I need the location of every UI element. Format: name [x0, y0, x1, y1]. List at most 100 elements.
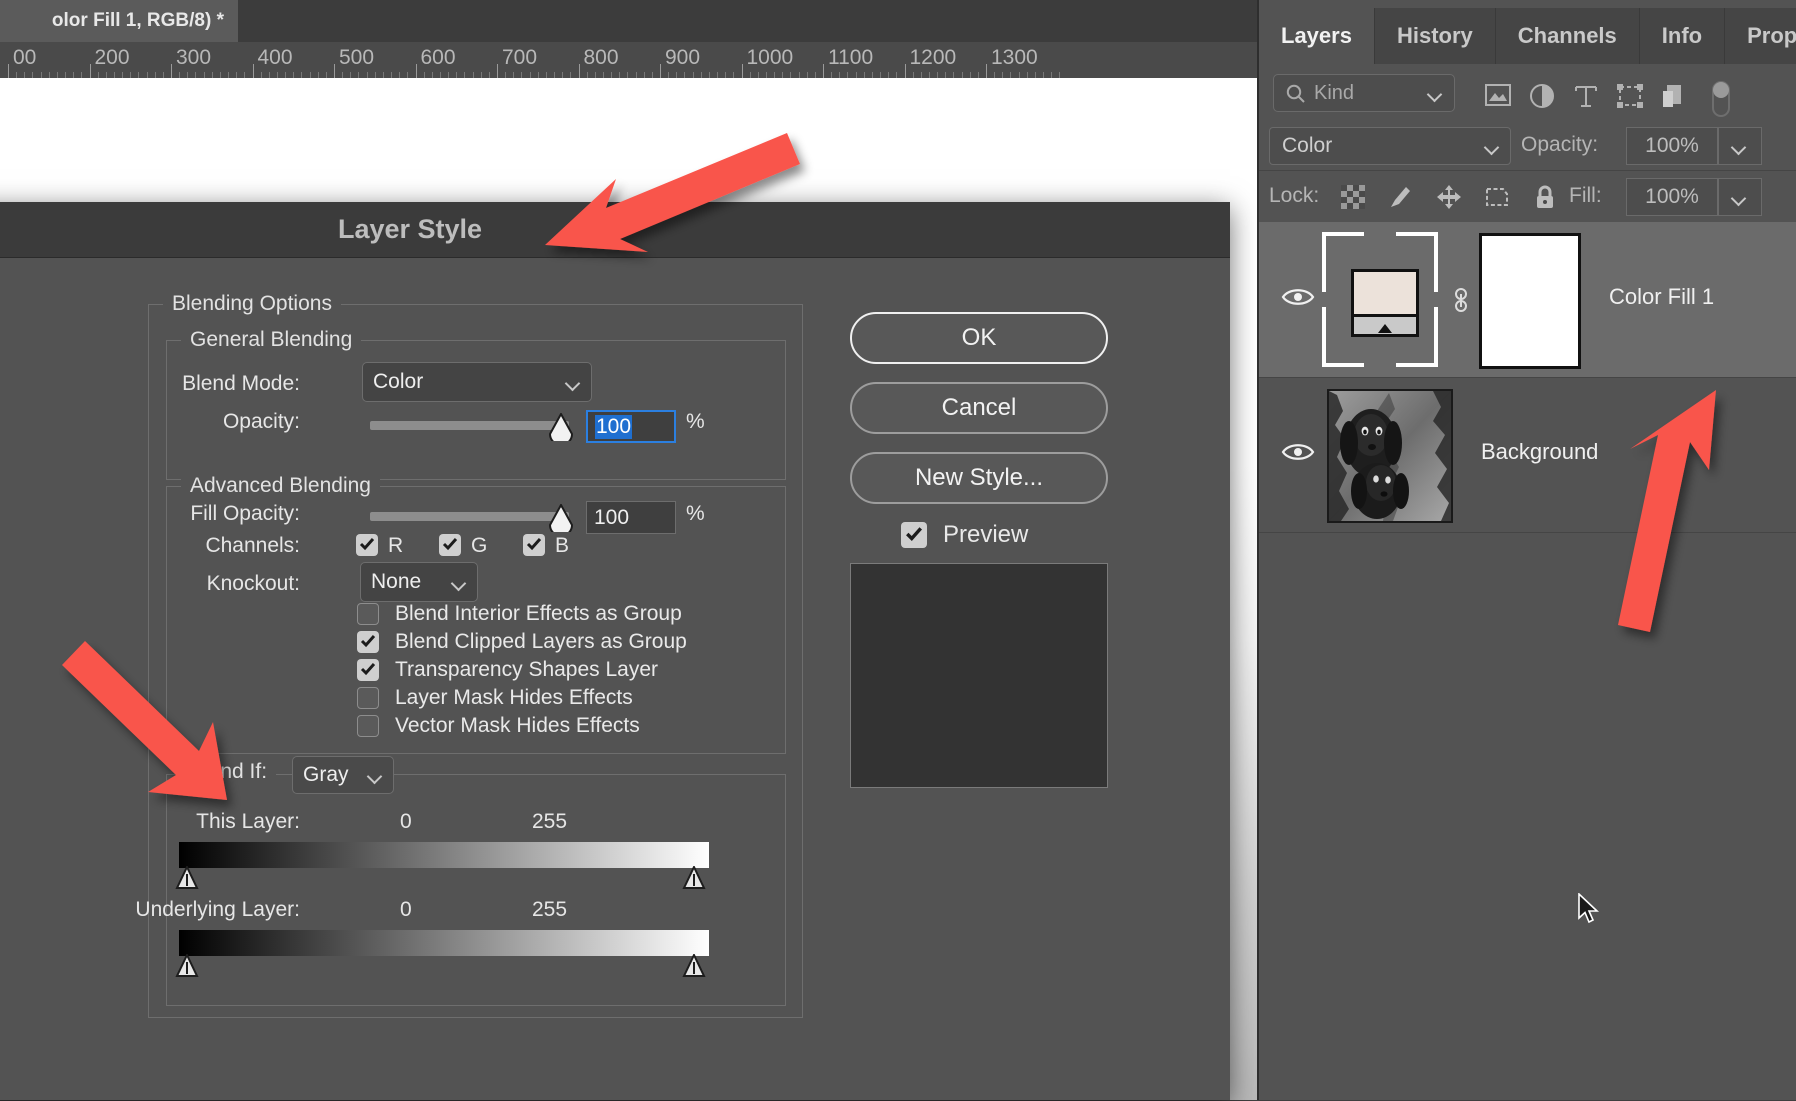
- blend-if-channel-select[interactable]: Gray: [292, 756, 394, 794]
- solid-color-layer-thumbnail[interactable]: [1351, 269, 1419, 337]
- link-mask-icon[interactable]: [1453, 280, 1469, 320]
- dialog-title: Layer Style: [338, 214, 482, 245]
- transparency-shapes-layer-row[interactable]: Transparency Shapes Layer: [357, 658, 658, 682]
- vector-mask-hides-effects-checkbox[interactable]: [357, 715, 379, 737]
- cancel-button-label: Cancel: [942, 394, 1017, 422]
- blend-interior-effects-checkbox[interactable]: [357, 603, 379, 625]
- channel-r-checkbox[interactable]: [356, 534, 378, 556]
- blend-interior-effects-row[interactable]: Blend Interior Effects as Group: [357, 602, 682, 626]
- layer-mask-hides-effects-label: Layer Mask Hides Effects: [395, 686, 633, 710]
- tab-properties-label: Properties: [1747, 23, 1796, 49]
- blend-mode-select[interactable]: Color: [362, 362, 592, 402]
- fill-opacity-value: 100: [594, 506, 629, 530]
- ruler-label: 400: [258, 46, 293, 70]
- lock-all-icon[interactable]: [1531, 183, 1561, 211]
- dialog-title-bar[interactable]: Layer Style: [0, 202, 1230, 258]
- layer-opacity-input[interactable]: 100%: [1626, 127, 1718, 165]
- new-style-button[interactable]: New Style...: [850, 452, 1108, 504]
- underlying-layer-black-slider[interactable]: [175, 954, 199, 980]
- opacity-input[interactable]: 100: [586, 410, 676, 443]
- document-tab-bar: olor Fill 1, RGB/8) *: [0, 0, 1259, 42]
- layer-visibility-toggle[interactable]: [1281, 440, 1315, 464]
- layer-name-background: Background: [1481, 439, 1598, 465]
- filter-toggle-icon[interactable]: [1707, 76, 1737, 118]
- ruler-major-tick: [334, 64, 335, 78]
- preview-checkbox[interactable]: [901, 522, 927, 548]
- fill-input[interactable]: 100%: [1626, 178, 1718, 216]
- cancel-button[interactable]: Cancel: [850, 382, 1108, 434]
- this-layer-max: 255: [532, 810, 567, 834]
- fill-stepper[interactable]: [1718, 178, 1762, 216]
- tab-properties[interactable]: Properties: [1725, 8, 1796, 64]
- this-layer-black-slider[interactable]: [175, 866, 199, 892]
- filter-kind-select[interactable]: Kind: [1273, 74, 1455, 112]
- lock-position-icon[interactable]: [1435, 183, 1465, 211]
- tab-layers[interactable]: Layers: [1259, 8, 1375, 64]
- tab-channels[interactable]: Channels: [1496, 8, 1640, 64]
- lock-transparent-pixels-icon[interactable]: [1339, 183, 1369, 211]
- fill-value: 100%: [1645, 185, 1699, 209]
- lock-image-pixels-icon[interactable]: [1387, 183, 1417, 211]
- chevron-down-icon: [453, 578, 466, 586]
- ruler-major-tick: [253, 64, 254, 78]
- fill-opacity-slider-track[interactable]: [370, 512, 569, 521]
- opacity-slider-track[interactable]: [370, 421, 569, 430]
- layer-row-color-fill-1[interactable]: Color Fill 1: [1259, 222, 1796, 378]
- transparency-shapes-layer-checkbox[interactable]: [357, 659, 379, 681]
- vector-mask-hides-effects-row[interactable]: Vector Mask Hides Effects: [357, 714, 640, 738]
- lock-artboard-icon[interactable]: [1483, 183, 1513, 211]
- fill-opacity-input[interactable]: 100: [586, 501, 676, 534]
- mouse-cursor: [1578, 893, 1600, 925]
- ruler-label: 200: [95, 46, 130, 70]
- preview-row[interactable]: Preview: [901, 521, 1028, 549]
- opacity-unit: %: [686, 410, 705, 434]
- smart-object-filter-icon[interactable]: [1659, 82, 1689, 110]
- chevron-down-icon: [1733, 193, 1746, 201]
- ok-button[interactable]: OK: [850, 312, 1108, 364]
- ruler-label: 1100: [828, 46, 873, 70]
- ruler-major-tick: [579, 64, 580, 78]
- channel-r-label: R: [388, 534, 403, 558]
- underlying-layer-white-slider[interactable]: [682, 954, 706, 980]
- fill-opacity-unit: %: [686, 502, 705, 526]
- adjustment-layer-filter-icon[interactable]: [1527, 82, 1557, 110]
- knockout-select[interactable]: None: [360, 562, 478, 602]
- layer-name-color-fill-1: Color Fill 1: [1609, 284, 1714, 310]
- this-layer-white-slider[interactable]: [682, 866, 706, 892]
- layer-blend-mode-select[interactable]: Color: [1269, 127, 1511, 165]
- style-preview-thumbnail: [850, 563, 1108, 788]
- layer-row-background[interactable]: Background: [1259, 377, 1796, 533]
- horizontal-ruler[interactable]: 0020030040050060070080090010001100120013…: [0, 42, 1259, 79]
- lock-label: Lock:: [1269, 184, 1319, 208]
- this-layer-gradient-bar[interactable]: [179, 842, 709, 868]
- blend-clipped-layers-checkbox[interactable]: [357, 631, 379, 653]
- shape-layer-filter-icon[interactable]: [1615, 82, 1645, 110]
- background-layer-thumbnail[interactable]: [1327, 389, 1453, 523]
- layer-mask-hides-effects-checkbox[interactable]: [357, 687, 379, 709]
- underlying-layer-gradient-bar[interactable]: [179, 930, 709, 956]
- layer-mask-hides-effects-row[interactable]: Layer Mask Hides Effects: [357, 686, 633, 710]
- lock-row: Lock: Fill: 100%: [1259, 170, 1796, 223]
- tab-channels-label: Channels: [1518, 23, 1617, 49]
- ruler-major-tick: [986, 64, 987, 78]
- layer-visibility-toggle[interactable]: [1281, 285, 1315, 309]
- ruler-label: 900: [665, 46, 700, 70]
- ruler-label: 500: [339, 46, 374, 70]
- type-layer-filter-icon[interactable]: [1571, 82, 1601, 110]
- blend-if-channel-value: Gray: [303, 763, 349, 787]
- underlying-layer-label: Underlying Layer:: [135, 898, 300, 922]
- channel-b-checkbox[interactable]: [523, 534, 545, 556]
- ruler-label: 1200: [910, 46, 957, 70]
- layer-opacity-stepper[interactable]: [1718, 127, 1762, 165]
- document-tab[interactable]: olor Fill 1, RGB/8) *: [0, 0, 238, 42]
- chevron-down-icon: [369, 771, 382, 779]
- tab-history[interactable]: History: [1375, 8, 1496, 64]
- layer-mask-thumbnail[interactable]: [1479, 233, 1581, 369]
- fill-opacity-slider-knob[interactable]: [548, 504, 574, 532]
- channel-g-checkbox[interactable]: [439, 534, 461, 556]
- opacity-slider-knob[interactable]: [548, 413, 574, 441]
- blend-clipped-layers-row[interactable]: Blend Clipped Layers as Group: [357, 630, 687, 654]
- tab-info-label: Info: [1662, 23, 1702, 49]
- pixel-layer-filter-icon[interactable]: [1483, 82, 1513, 110]
- tab-info[interactable]: Info: [1640, 8, 1725, 64]
